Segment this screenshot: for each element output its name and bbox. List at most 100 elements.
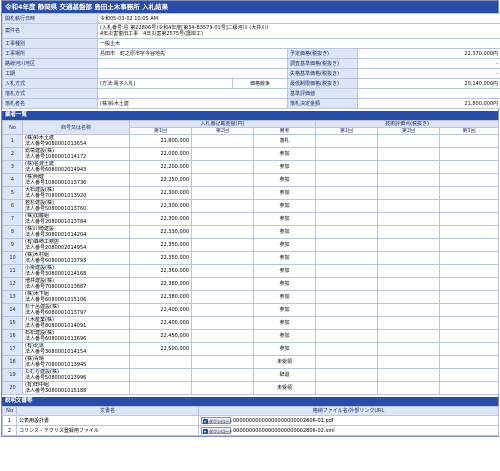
bidder-name-cell: 杉十呂建設(株) 法人番号6080001013797 <box>22 303 130 317</box>
download-button[interactable]: ダウンロード <box>201 427 233 434</box>
category-label: 工事種別 <box>2 38 98 49</box>
eval3 <box>439 134 500 148</box>
bid-remarks: 参加 <box>252 251 317 265</box>
eval2 <box>377 212 441 226</box>
bid-remarks: 落札 <box>252 134 317 148</box>
download-label: ダウンロード <box>209 429 233 434</box>
bid-round2 <box>191 147 254 161</box>
eval-value-label: 基準評価値 <box>287 88 358 99</box>
eval3 <box>439 329 500 343</box>
col-eval-group-header: 技術評価点(税抜き) <box>315 120 500 128</box>
eval3 <box>439 264 500 278</box>
bidder-corp-number: 法人番号9080001013654 <box>25 141 87 147</box>
bidder-corp-number: 法人番号7080001013920 <box>25 193 87 199</box>
eval1 <box>315 342 379 356</box>
case-line-2: 4年災害復旧工事 4年災害第2575号(護岸工) <box>100 31 203 37</box>
bidder-row: 2 総栄建設(株) 法人番号1080001014172 22,000,000 参加 <box>2 147 500 161</box>
col-round1-header: 第1回 <box>129 127 192 135</box>
doc-file-link[interactable]: 00000000000000000000002806-02.xml <box>233 428 335 434</box>
doc-file-cell: ダウンロード00000000000000000000002806-02.xml <box>198 425 499 436</box>
col-eval2-header: 第2回 <box>377 127 441 135</box>
doc-no: 2 <box>2 425 17 436</box>
docs-table: No 文書名 格納ファイル名/外部リンクURL 1 公表用設計書 ダウンロード0… <box>2 406 499 436</box>
case-label: 案件名 <box>2 23 98 39</box>
bid-remarks: 参加 <box>252 212 317 226</box>
eval2 <box>377 342 441 356</box>
bidder-row: 1 (株)鈴木土建 法人番号9080001013654 21,800,000 落札 <box>2 134 500 148</box>
eval3 <box>439 199 500 213</box>
bid-round1: 22,400,000 <box>129 303 192 317</box>
bidder-row: 4 (株)明健 法人番号1080001013736 22,250,000 参加 <box>2 173 500 187</box>
bidder-row: 9 (有)森崎工務店 法人番号2080002014954 22,350,000 参加 <box>2 238 500 252</box>
bid-round2 <box>191 264 254 278</box>
download-button[interactable]: ダウンロード <box>201 417 233 424</box>
case-value: (入札番号:島 第22806号)令和4年度[第34-B3579-01号]二級河川… <box>96 23 500 39</box>
bidder-row: 13 (株)木下組 法人番号6080001015106 22,380,000 参加 <box>2 290 500 304</box>
col-no-header: No <box>2 120 23 135</box>
bid-round1: 22,200,000 <box>129 160 192 174</box>
docs-col-file-header: 格納ファイル名/外部リンクURL <box>198 406 499 416</box>
eval1 <box>315 264 379 278</box>
bidder-name-cell: (株)木下組 法人番号6080001015106 <box>22 290 130 304</box>
bidder-no: 13 <box>2 290 23 304</box>
bid-round1: 22,350,000 <box>129 251 192 265</box>
planned-price-value: 22,370,000円 <box>356 48 500 59</box>
eval-value-value <box>356 88 500 99</box>
bidder-corp-number: 法人番号3080001014204 <box>25 232 87 238</box>
decision-label: 落札方式 <box>2 88 98 99</box>
doc-row: 2 コリンズ・テクリス登録用ファイル ダウンロード000000000000000… <box>2 425 499 436</box>
bidder-corp-number: 法人番号5080001013760 <box>25 206 87 212</box>
eval1 <box>315 368 379 382</box>
eval1 <box>315 381 379 395</box>
bid-round2 <box>191 290 254 304</box>
eval3 <box>439 186 500 200</box>
bid-round1: 22,400,000 <box>129 316 192 330</box>
bid-round2 <box>191 173 254 187</box>
doc-file-link[interactable]: 00000000000000000000002806-01.pdf <box>233 418 334 424</box>
bid-round2 <box>191 355 254 369</box>
bidder-corp-number: 法人番号5080001013996 <box>25 375 87 381</box>
bidder-no: 17 <box>2 342 23 356</box>
bidder-name-cell: 石松建設(株) 法人番号6080001013696 <box>22 329 130 343</box>
bid-round2 <box>191 238 254 252</box>
bid-remarks: 参加 <box>252 329 317 343</box>
col-name-header: 商号又は名称 <box>22 120 130 135</box>
bidder-row: 5 大石建設(株) 法人番号7080001013920 22,300,000 参加 <box>2 186 500 200</box>
eval1 <box>315 134 379 148</box>
bid-round1: 22,350,000 <box>129 238 192 252</box>
doc-row: 1 公表用設計書 ダウンロード0000000000000000000000280… <box>2 415 499 426</box>
bid-round1: 22,500,000 <box>129 342 192 356</box>
open-date-value: 令和05-03-02 10:05 AM <box>96 13 500 24</box>
bidder-row: 6 若杉建設(株) 法人番号5080001013760 22,300,000 参加 <box>2 199 500 213</box>
method-electronic: (方法:電子入札) <box>100 80 136 87</box>
bidder-no: 12 <box>2 277 23 291</box>
survey-price-label: 調査基準価格(税抜き) <box>287 58 358 69</box>
eval1 <box>315 212 379 226</box>
bidder-no: 19 <box>2 368 23 382</box>
bid-round2 <box>191 212 254 226</box>
eval2 <box>377 160 441 174</box>
bid-remarks: 参加 <box>252 225 317 239</box>
bidder-row: 16 石松建設(株) 法人番号6080001013696 22,450,000 参加 <box>2 329 500 343</box>
bid-remarks: 参加 <box>252 303 317 317</box>
bidder-name-cell: (株)明健 法人番号1080001013736 <box>22 173 130 187</box>
bidder-corp-number: 法人番号7080001013945 <box>25 362 87 368</box>
eval2 <box>377 303 441 317</box>
bid-remarks: 参加 <box>252 160 317 174</box>
bid-remarks: 参加 <box>252 277 317 291</box>
eval1 <box>315 316 379 330</box>
eval2 <box>377 186 441 200</box>
bid-round2 <box>191 251 254 265</box>
eval1 <box>315 160 379 174</box>
bidder-name-cell: (株)木村組 法人番号6080001013793 <box>22 251 130 265</box>
eval1 <box>315 199 379 213</box>
bid-round1: 22,300,000 <box>129 199 192 213</box>
bidder-corp-number: 法人番号1080001014172 <box>25 154 87 160</box>
bid-remarks: 参加 <box>252 290 317 304</box>
eval2 <box>377 355 441 369</box>
eval1 <box>315 303 379 317</box>
eval1 <box>315 329 379 343</box>
eval3 <box>439 238 500 252</box>
eval2 <box>377 381 441 395</box>
bidder-corp-number: 法人番号6080001015106 <box>25 297 87 303</box>
